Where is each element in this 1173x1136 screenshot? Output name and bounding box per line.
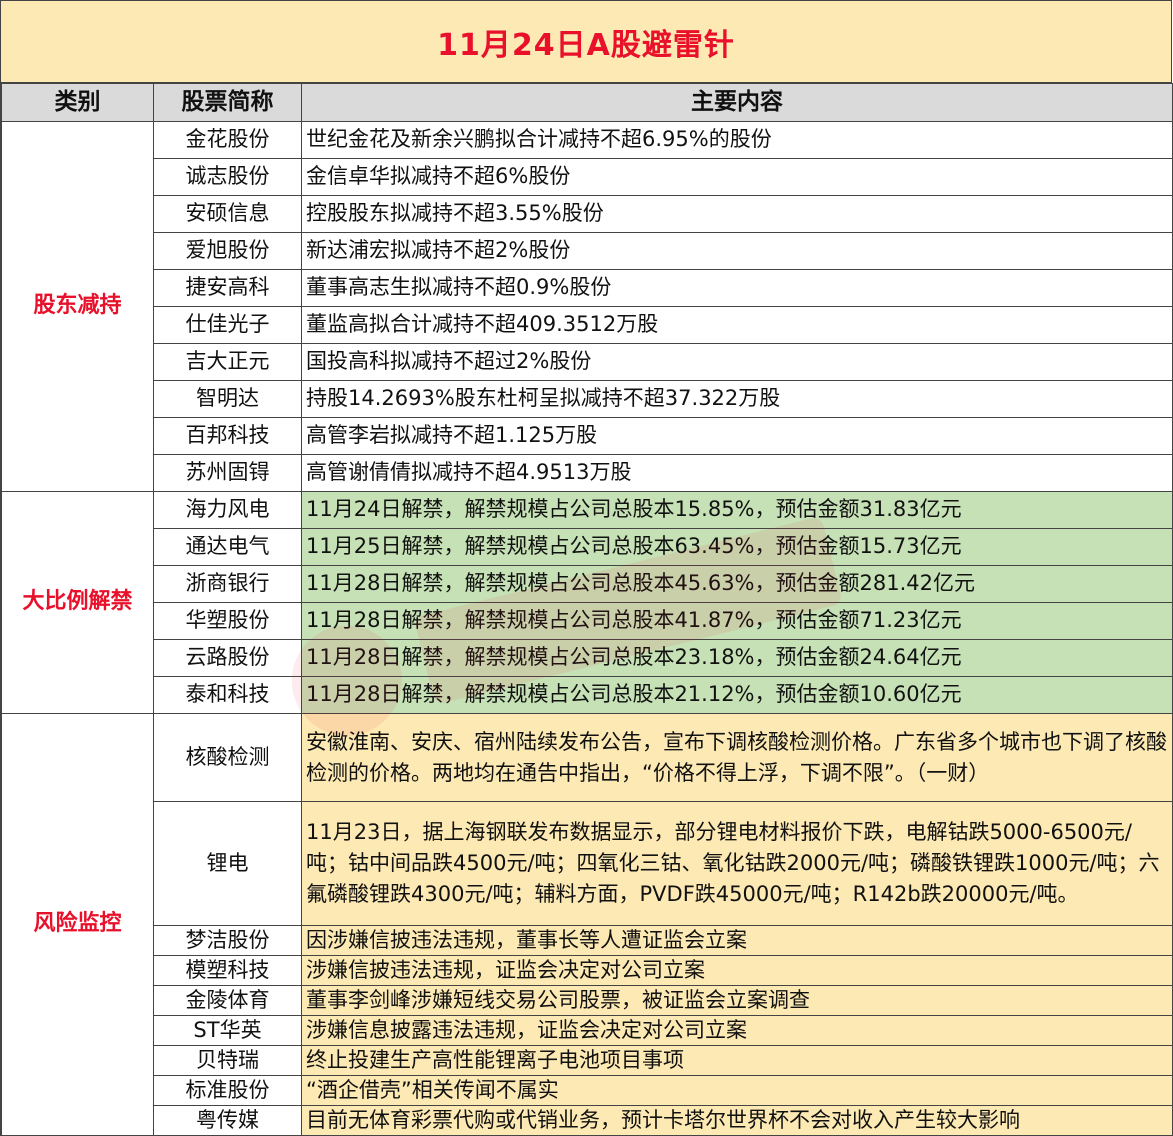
stock-name-cell: 捷安高科 <box>153 269 302 307</box>
content-cell: 董事高志生拟减持不超0.9%股份 <box>301 269 1173 307</box>
table-row: 云路股份 11月28日解禁，解禁规模占公司总股本23.18%，预估金额24.64亿… <box>2 639 1173 677</box>
table-row: 苏州固锝 高管谢倩倩拟减持不超4.9513万股 <box>2 454 1173 492</box>
table-row: 诚志股份 金信卓华拟减持不超6%股份 <box>2 158 1173 196</box>
table-row: 浙商银行 11月28日解禁，解禁规模占公司总股本45.63%，预估金额281.42… <box>2 565 1173 603</box>
table-row: 模塑科技 涉嫌信披违法违规，证监会决定对公司立案 <box>2 955 1173 986</box>
table-row: 大比例解禁 海力风电 11月24日解禁，解禁规模占公司总股本15.85%，预估金额3… <box>1 491 1173 714</box>
table-row: 通达电气 11月25日解禁，解禁规模占公司总股本63.45%，预估金额15.73亿… <box>2 528 1173 566</box>
stock-name-cell: 百邦科技 <box>153 417 302 455</box>
content-cell: “酒企借壳”相关传闻不属实 <box>301 1075 1173 1106</box>
content-cell: 目前无体育彩票代购或代销业务，预计卡塔尔世界杯不会对收入产生较大影响 <box>301 1105 1173 1136</box>
content-cell: 11月25日解禁，解禁规模占公司总股本63.45%，预估金额15.73亿元 <box>301 528 1173 566</box>
content-cell: 持股14.2693%股东杜柯呈拟减持不超37.322万股 <box>301 380 1173 418</box>
table-row: 捷安高科 董事高志生拟减持不超0.9%股份 <box>2 269 1173 307</box>
content-cell: 涉嫌信息披露违法违规，证监会决定对公司立案 <box>301 1015 1173 1046</box>
content-cell: 控股股东拟减持不超3.55%股份 <box>301 195 1173 233</box>
content-cell: 董监高拟合计减持不超409.3512万股 <box>301 306 1173 344</box>
stock-name-cell: 金花股份 <box>153 121 302 159</box>
table-row: 金陵体育 董事李剑峰涉嫌短线交易公司股票，被证监会立案调查 <box>2 985 1173 1016</box>
category-cell: 风险监控 <box>1 713 154 1136</box>
content-cell: 11月28日解禁，解禁规模占公司总股本23.18%，预估金额24.64亿元 <box>301 639 1173 677</box>
stock-name-cell: 通达电气 <box>153 528 302 566</box>
stock-name-cell: 梦洁股份 <box>153 925 302 956</box>
stock-name-cell: 诚志股份 <box>153 158 302 196</box>
table-row: 标准股份 “酒企借壳”相关传闻不属实 <box>2 1075 1173 1106</box>
table-row: 梦洁股份 因涉嫌信披违法违规，董事长等人遭证监会立案 <box>2 925 1173 956</box>
header-row: 类别 股票简称 主要内容 <box>1 83 1173 122</box>
stock-name-cell: 云路股份 <box>153 639 302 677</box>
table-row: 风险监控 核酸检测 安徽淮南、安庆、宿州陆续发布公告，宣布下调核酸检测价格。广东省多… <box>1 713 1173 1136</box>
stock-name-cell: 金陵体育 <box>153 985 302 1016</box>
table-row: 智明达 持股14.2693%股东杜柯呈拟减持不超37.322万股 <box>2 380 1173 418</box>
header-category: 类别 <box>1 83 154 122</box>
stock-name-cell: 标准股份 <box>153 1075 302 1106</box>
table-row: 泰和科技 11月28日解禁，解禁规模占公司总股本21.12%，预估金额10.60亿… <box>2 676 1173 714</box>
stock-name-cell: 粤传媒 <box>153 1105 302 1136</box>
content-cell: 11月24日解禁，解禁规模占公司总股本15.85%，预估金额31.83亿元 <box>301 491 1173 529</box>
stock-name-cell: 贝特瑞 <box>153 1045 302 1076</box>
content-cell: 新达浦宏拟减持不超2%股份 <box>301 232 1173 270</box>
table-row: 粤传媒 目前无体育彩票代购或代销业务，预计卡塔尔世界杯不会对收入产生较大影响 <box>2 1105 1173 1136</box>
stock-name-cell: 海力风电 <box>153 491 302 529</box>
content-cell: 国投高科拟减持不超过2%股份 <box>301 343 1173 381</box>
table-row: 贝特瑞 终止投建生产高性能锂离子电池项目事项 <box>2 1045 1173 1076</box>
table-row: 仕佳光子 董监高拟合计减持不超409.3512万股 <box>2 306 1173 344</box>
stock-name-cell: 锂电 <box>153 801 302 926</box>
content-cell: 11月28日解禁，解禁规模占公司总股本21.12%，预估金额10.60亿元 <box>301 676 1173 714</box>
content-cell: 董事李剑峰涉嫌短线交易公司股票，被证监会立案调查 <box>301 985 1173 1016</box>
content-cell: 安徽淮南、安庆、宿州陆续发布公告，宣布下调核酸检测价格。广东省多个城市也下调了核… <box>301 713 1173 802</box>
content-cell: 11月28日解禁，解禁规模占公司总股本45.63%，预估金额281.42亿元 <box>301 565 1173 603</box>
stock-name-cell: 安硕信息 <box>153 195 302 233</box>
header-stock-name: 股票简称 <box>153 83 302 122</box>
content-cell: 因涉嫌信披违法违规，董事长等人遭证监会立案 <box>301 925 1173 956</box>
table-row: 安硕信息 控股股东拟减持不超3.55%股份 <box>2 195 1173 233</box>
content-cell: 高管李岩拟减持不超1.125万股 <box>301 417 1173 455</box>
table-row: 股东减持 金花股份 世纪金花及新余兴鹏拟合计减持不超6.95%的股份 <box>1 121 1173 492</box>
stock-name-cell: 苏州固锝 <box>153 454 302 492</box>
content-cell: 世纪金花及新余兴鹏拟合计减持不超6.95%的股份 <box>301 121 1173 159</box>
table-row: ST华英 涉嫌信息披露违法违规，证监会决定对公司立案 <box>2 1015 1173 1046</box>
table-row: 爱旭股份 新达浦宏拟减持不超2%股份 <box>2 232 1173 270</box>
sheet-title: 11月24日A股避雷针 <box>1 1 1172 83</box>
header-content: 主要内容 <box>301 83 1173 122</box>
stock-name-cell: 核酸检测 <box>153 713 302 802</box>
content-cell: 11月28日解禁，解禁规模占公司总股本41.87%，预估金额71.23亿元 <box>301 602 1173 640</box>
content-cell: 11月23日，据上海钢联发布数据显示，部分锂电材料报价下跌，电解钴跌5000-6… <box>301 801 1173 926</box>
content-cell: 金信卓华拟减持不超6%股份 <box>301 158 1173 196</box>
table-row: 华塑股份 11月28日解禁，解禁规模占公司总股本41.87%，预估金额71.23亿… <box>2 602 1173 640</box>
stock-name-cell: 爱旭股份 <box>153 232 302 270</box>
table-row: 吉大正元 国投高科拟减持不超过2%股份 <box>2 343 1173 381</box>
table-row: 百邦科技 高管李岩拟减持不超1.125万股 <box>2 417 1173 455</box>
stock-warning-sheet: 11月24日A股避雷针 类别 股票简称 主要内容 股东减持 金花股份 世纪金花及新余… <box>0 0 1173 1136</box>
content-cell: 涉嫌信披违法违规，证监会决定对公司立案 <box>301 955 1173 986</box>
stock-name-cell: 泰和科技 <box>153 676 302 714</box>
content-cell: 终止投建生产高性能锂离子电池项目事项 <box>301 1045 1173 1076</box>
content-cell: 高管谢倩倩拟减持不超4.9513万股 <box>301 454 1173 492</box>
stock-name-cell: 浙商银行 <box>153 565 302 603</box>
stock-name-cell: 智明达 <box>153 380 302 418</box>
stock-name-cell: 模塑科技 <box>153 955 302 986</box>
stock-name-cell: ST华英 <box>153 1015 302 1046</box>
category-cell: 股东减持 <box>1 121 154 492</box>
stock-name-cell: 仕佳光子 <box>153 306 302 344</box>
table-row: 锂电 11月23日，据上海钢联发布数据显示，部分锂电材料报价下跌，电解钴跌5000… <box>2 801 1173 926</box>
category-cell: 大比例解禁 <box>1 491 154 714</box>
warning-table: 类别 股票简称 主要内容 股东减持 金花股份 世纪金花及新余兴鹏拟合计减持不超6.9… <box>1 83 1173 1136</box>
stock-name-cell: 吉大正元 <box>153 343 302 381</box>
stock-name-cell: 华塑股份 <box>153 602 302 640</box>
